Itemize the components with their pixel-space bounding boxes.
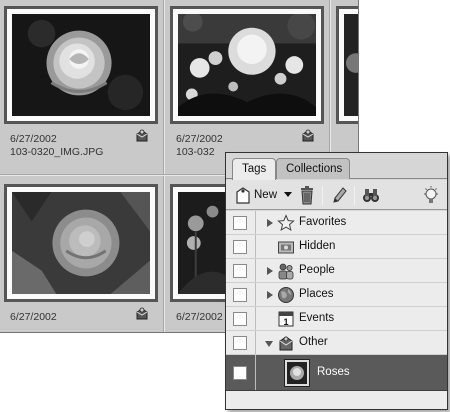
- new-tag-icon: [236, 187, 250, 204]
- photo-tile[interactable]: [332, 0, 358, 166]
- photo-filename: 103-0320_IMG.JPG: [10, 146, 104, 158]
- photo-tile[interactable]: 6/27/2002: [0, 178, 164, 332]
- photo-filename: 103-032: [176, 146, 215, 158]
- tag-label: Roses: [317, 366, 350, 378]
- new-tag-button[interactable]: [234, 185, 252, 205]
- people-icon: [278, 263, 294, 280]
- chevron-down-icon[interactable]: [284, 192, 292, 197]
- tag-label: Places: [299, 288, 334, 300]
- tag-checkbox[interactable]: [233, 312, 247, 326]
- tags-toolbar: New: [226, 180, 447, 210]
- tag-badge-icon[interactable]: [134, 306, 150, 322]
- tag-badge-icon[interactable]: [134, 128, 150, 144]
- toolbar-divider: [322, 186, 323, 205]
- tag-list: Favorites Hidden People Places 1 Events …: [226, 211, 447, 409]
- photo-date: 6/27/2002: [10, 133, 57, 145]
- row-divider: [255, 211, 256, 234]
- tags-panel: Tags Collections New Favorites Hidden Pe…: [225, 152, 448, 410]
- photo-date: 6/27/2002: [176, 311, 223, 323]
- delete-icon: [301, 186, 313, 205]
- rose-photo: [12, 192, 150, 294]
- tag-icon: [279, 336, 293, 351]
- row-divider: [255, 283, 256, 306]
- tag-label: Favorites: [299, 216, 347, 228]
- tab-collections[interactable]: Collections: [276, 158, 350, 179]
- tag-label: Events: [299, 312, 335, 324]
- tag-label: Hidden: [299, 240, 336, 252]
- tag-row-events[interactable]: 1 Events: [226, 307, 447, 331]
- tag-checkbox[interactable]: [233, 366, 247, 380]
- tag-checkbox[interactable]: [233, 288, 247, 302]
- row-divider: [255, 307, 256, 330]
- photo-frame[interactable]: [4, 6, 158, 124]
- hidden-icon: [278, 241, 294, 254]
- edit-pencil-icon: [333, 187, 347, 203]
- tab-tags[interactable]: Tags: [232, 158, 277, 180]
- rose-photo: [12, 14, 150, 116]
- delete-tag-button[interactable]: [298, 185, 316, 205]
- edit-tag-button[interactable]: [330, 185, 348, 205]
- rose-thumbnail: [284, 359, 310, 387]
- tag-tips-button[interactable]: [422, 185, 440, 205]
- toolbar-divider: [354, 186, 355, 205]
- rose-photo: [344, 14, 358, 116]
- svg-text:1: 1: [283, 317, 288, 327]
- tag-row-people[interactable]: People: [226, 259, 447, 283]
- tag-row-other[interactable]: Other: [226, 331, 447, 355]
- tag-row-hidden[interactable]: Hidden: [226, 235, 447, 259]
- tag-checkbox[interactable]: [233, 336, 247, 350]
- lightbulb-icon: [424, 186, 438, 203]
- tag-row-places[interactable]: Places: [226, 283, 447, 307]
- new-tag-label[interactable]: New: [254, 189, 277, 201]
- photo-tile[interactable]: 6/27/2002 103-032: [166, 0, 330, 166]
- row-divider: [255, 331, 256, 354]
- row-divider: [255, 235, 256, 258]
- globe-icon: [278, 287, 294, 303]
- find-tag-button[interactable]: [362, 185, 380, 205]
- find-binoculars-icon: [363, 189, 379, 202]
- tag-row-favorites[interactable]: Favorites: [226, 211, 447, 235]
- tag-badge-icon[interactable]: [300, 128, 316, 144]
- panel-tab-bar: Tags Collections: [226, 153, 447, 180]
- rose-bush-photo: [178, 14, 316, 116]
- expand-arrow-icon[interactable]: [267, 219, 273, 227]
- star-icon: [277, 214, 295, 232]
- expand-arrow-icon[interactable]: [267, 291, 273, 299]
- tag-checkbox[interactable]: [233, 240, 247, 254]
- expand-arrow-icon[interactable]: [267, 267, 273, 275]
- photo-date: 6/27/2002: [10, 311, 57, 323]
- row-divider: [255, 259, 256, 282]
- photo-date: 6/27/2002: [176, 133, 223, 145]
- photo-frame[interactable]: [4, 184, 158, 302]
- tag-checkbox[interactable]: [233, 216, 247, 230]
- photo-frame[interactable]: [336, 6, 358, 124]
- rose-thumbnail-image: [287, 362, 307, 384]
- calendar-icon: 1: [278, 311, 294, 327]
- collapse-arrow-icon[interactable]: [265, 341, 273, 347]
- photo-frame[interactable]: [170, 6, 324, 124]
- tag-row-roses[interactable]: Roses: [226, 355, 447, 391]
- photo-tile[interactable]: 6/27/2002 103-0320_IMG.JPG: [0, 0, 164, 166]
- tag-checkbox[interactable]: [233, 264, 247, 278]
- tag-label: Other: [299, 336, 328, 348]
- row-divider: [255, 355, 256, 390]
- tag-label: People: [299, 264, 335, 276]
